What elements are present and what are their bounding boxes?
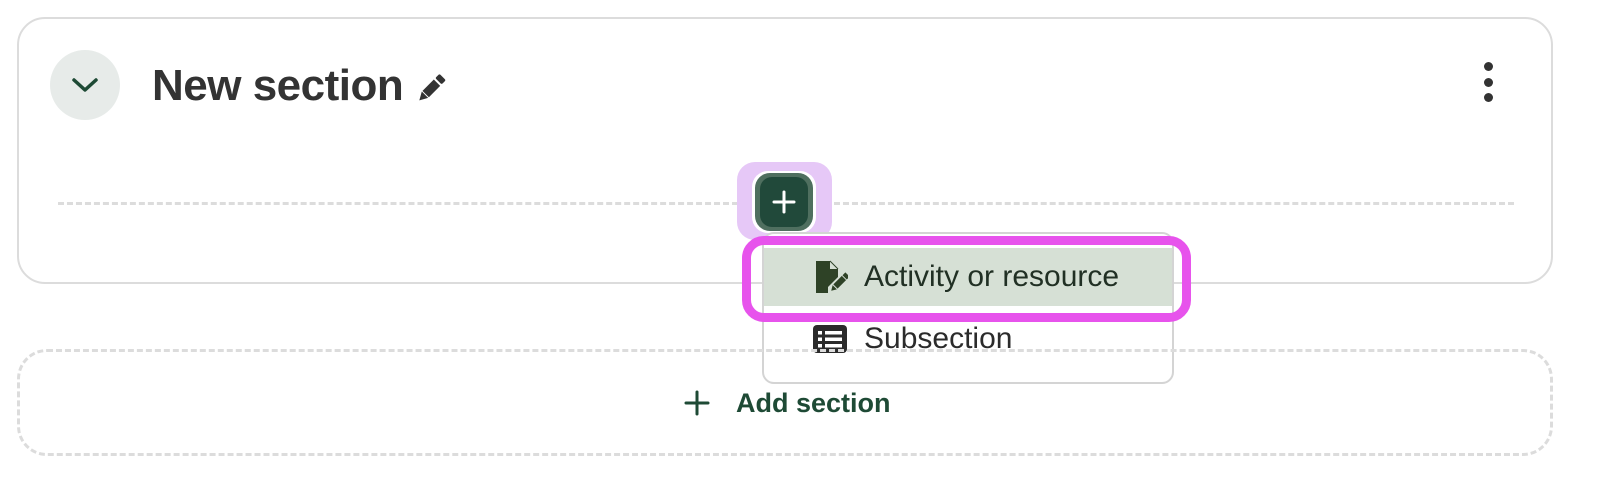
divider bbox=[58, 202, 738, 205]
section-title: New section bbox=[152, 61, 404, 110]
add-content-button-core bbox=[760, 177, 808, 227]
add-content-button-border bbox=[755, 173, 813, 231]
chevron-down-icon bbox=[72, 78, 98, 92]
add-section-label[interactable]: Add section bbox=[736, 386, 891, 420]
kebab-dot bbox=[1483, 77, 1493, 87]
add-content-button[interactable] bbox=[752, 171, 816, 233]
divider bbox=[834, 202, 1514, 205]
section-actions-menu-button[interactable] bbox=[1470, 62, 1506, 102]
plus-icon bbox=[684, 390, 710, 416]
menu-item-label: Activity or resource bbox=[864, 260, 1120, 293]
file-edit-icon bbox=[816, 260, 848, 293]
kebab-dot bbox=[1483, 93, 1493, 102]
collapse-section-button[interactable] bbox=[50, 50, 120, 120]
kebab-dot bbox=[1483, 62, 1493, 71]
plus-icon bbox=[772, 190, 796, 214]
menu-item-activity-or-resource[interactable]: Activity or resource bbox=[764, 248, 1172, 306]
pencil-icon[interactable] bbox=[413, 70, 449, 106]
course-page: New section Activity or resource Subsect… bbox=[0, 0, 1600, 482]
